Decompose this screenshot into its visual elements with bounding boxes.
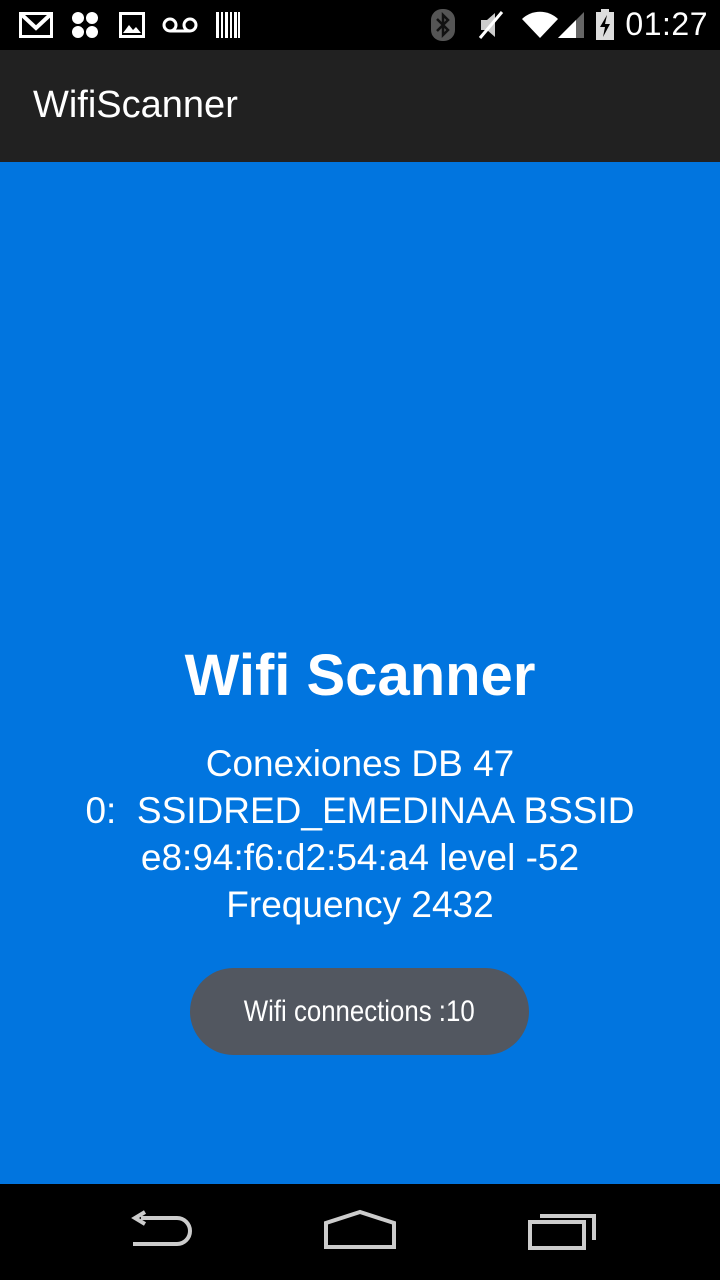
signal-icon	[556, 10, 586, 40]
battery-icon	[594, 9, 616, 40]
pinwheel-icon	[68, 10, 102, 40]
info-line-db-count: Conexiones DB 47	[205, 743, 515, 784]
toast-text: Wifi connections :10	[244, 994, 475, 1028]
back-icon	[125, 1209, 195, 1255]
app-title: WifiScanner	[33, 84, 238, 126]
home-button[interactable]	[305, 1202, 415, 1262]
main-content: Wifi Scanner Conexiones DB 47 0: SSIDRED…	[0, 162, 720, 1184]
back-button[interactable]	[105, 1202, 215, 1262]
voicemail-icon	[162, 10, 198, 40]
gmail-icon	[18, 10, 54, 40]
barcode-icon	[214, 10, 242, 40]
wifi-info: Conexiones DB 47 0: SSIDRED_EMEDINAA BSS…	[0, 740, 720, 928]
bluetooth-icon	[430, 9, 456, 41]
mute-icon	[476, 10, 506, 40]
recents-icon	[526, 1208, 598, 1257]
recents-button[interactable]	[507, 1202, 617, 1262]
app-bar: WifiScanner	[0, 50, 720, 162]
toast-message: Wifi connections :10	[190, 968, 529, 1055]
info-line-frequency: Frequency 2432	[226, 884, 494, 925]
status-bar: 01:27	[0, 0, 720, 50]
info-line-ssid: 0: SSIDRED_EMEDINAA BSSID	[85, 790, 635, 831]
wifi-icon	[520, 10, 560, 40]
page-title: Wifi Scanner	[184, 643, 536, 708]
nav-bar	[0, 1184, 720, 1280]
info-line-bssid-level: e8:94:f6:d2:54:a4 level -52	[140, 837, 580, 878]
status-time: 01:27	[625, 6, 708, 42]
image-icon	[118, 10, 146, 40]
home-icon	[322, 1209, 398, 1256]
